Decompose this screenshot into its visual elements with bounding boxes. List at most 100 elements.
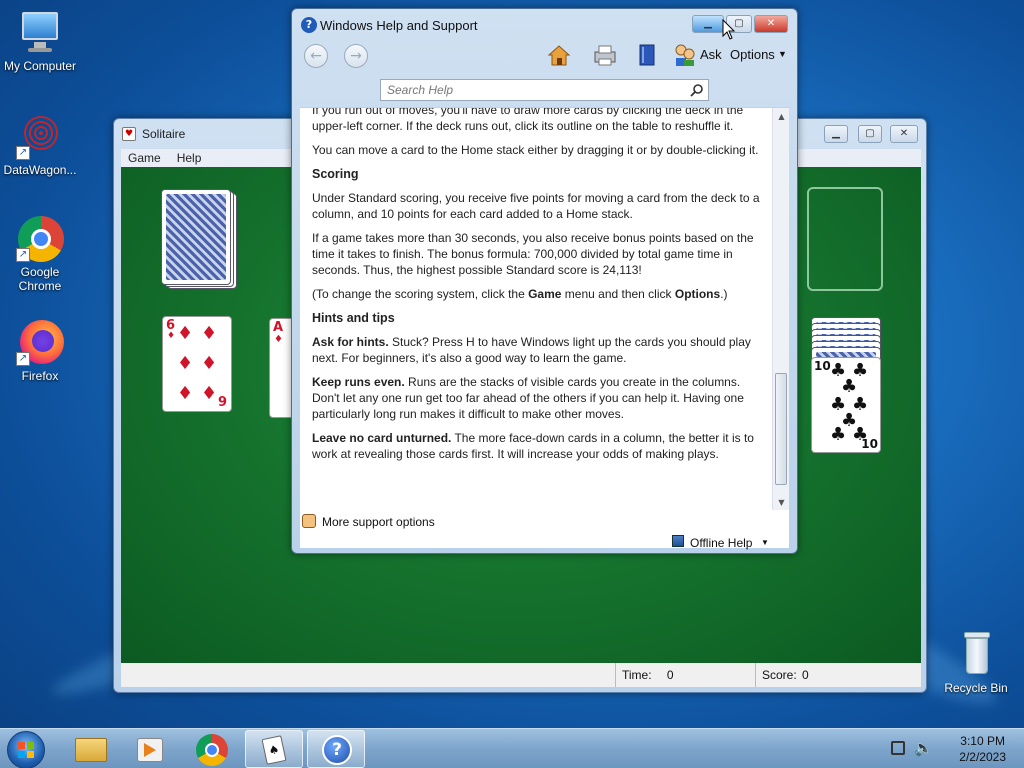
taskbar: ♠ ? 🔈 3:10 PM 2/2/2023 xyxy=(0,728,1024,768)
menu-game[interactable]: Game xyxy=(128,149,161,167)
desktop-icon-firefox[interactable]: ↗ Firefox xyxy=(0,318,80,383)
network-icon[interactable] xyxy=(891,741,905,755)
diamond-suit-icon: ♦ xyxy=(201,323,218,344)
desktop-icon-datawagon[interactable]: ↗ DataWagon... xyxy=(0,112,80,177)
scroll-down-arrow-icon[interactable]: ▼ xyxy=(773,494,789,510)
desktop-icon-label: DataWagon... xyxy=(3,163,77,177)
card-rank-bottom: 10 xyxy=(861,437,878,451)
system-clock[interactable]: 3:10 PM 2/2/2023 xyxy=(959,733,1006,765)
taskbar-media-player[interactable] xyxy=(122,730,180,768)
help-article: If you run out of moves, you'll have to … xyxy=(312,107,764,470)
vertical-scrollbar[interactable]: ▲ ▼ xyxy=(772,108,789,510)
datawagon-icon: ↗ xyxy=(16,112,64,160)
card-ten-of-clubs[interactable]: 10 ♣ ♣ ♣ ♣ ♣ ♣ ♣ ♣ 10 xyxy=(811,357,881,453)
browse-help-icon[interactable] xyxy=(634,42,660,68)
desktop-icon-label: Firefox xyxy=(21,369,59,383)
ask-button[interactable]: Ask xyxy=(700,47,722,62)
diamond-suit-icon: ♦ xyxy=(201,353,218,374)
minimize-button[interactable]: ▁ xyxy=(824,125,848,143)
heading-scoring: Scoring xyxy=(312,167,359,181)
status-bar: Time: 0 Score: 0 xyxy=(121,663,921,687)
home-stack-slot[interactable] xyxy=(807,187,883,291)
card-rank: A xyxy=(273,320,284,335)
scroll-up-arrow-icon[interactable]: ▲ xyxy=(773,108,789,125)
maximize-button[interactable]: ▢ xyxy=(858,125,882,143)
deck-card[interactable] xyxy=(161,189,231,285)
taskbar-help[interactable]: ? xyxy=(307,730,365,768)
more-support-link[interactable]: More support options xyxy=(322,515,435,529)
start-button[interactable] xyxy=(7,731,45,768)
paragraph: You can move a card to the Home stack ei… xyxy=(312,143,759,157)
tip-paragraph: Keep runs even. Runs are the stacks of v… xyxy=(312,374,764,422)
score-readout: Score: 0 xyxy=(755,663,921,687)
desktop-icon-label: Google Chrome xyxy=(18,265,62,293)
taskbar-solitaire[interactable]: ♠ xyxy=(245,730,303,768)
shortcut-arrow-icon: ↗ xyxy=(16,352,30,366)
score-label: Score: xyxy=(762,668,797,682)
ask-icon[interactable] xyxy=(672,42,698,68)
tip-paragraph: Leave no card unturned. The more face-do… xyxy=(312,430,764,462)
diamond-suit-icon: ♦ xyxy=(177,323,194,344)
diamond-suit-icon: ♦ xyxy=(177,383,194,404)
bold-game: Game xyxy=(528,287,562,301)
taskbar-explorer[interactable] xyxy=(62,730,120,768)
minimize-button[interactable]: ▁ xyxy=(692,15,724,33)
help-toolbar: ← → Ask Options ▼ xyxy=(298,41,791,83)
support-footer: More support options Offline Help ▼ xyxy=(300,510,789,550)
windows-logo-icon xyxy=(18,742,34,758)
desktop-icon-google-chrome[interactable]: ↗ Google Chrome xyxy=(0,214,80,293)
tip-title: Ask for hints. xyxy=(312,335,389,349)
clock-date: 2/2/2023 xyxy=(959,750,1006,764)
options-button[interactable]: Options xyxy=(730,47,775,62)
menu-help[interactable]: Help xyxy=(177,149,202,167)
computer-icon xyxy=(16,8,64,56)
forward-button[interactable]: → xyxy=(344,44,368,68)
diamond-suit-icon: ♦ xyxy=(167,331,176,341)
chevron-down-icon[interactable]: ▼ xyxy=(778,49,787,59)
paragraph: (To change the scoring system, click the… xyxy=(312,286,764,302)
desktop-icon-recycle-bin[interactable]: Recycle Bin xyxy=(936,630,1016,695)
search-input[interactable]: Search Help xyxy=(380,79,709,101)
club-suit-icon: ♣ xyxy=(830,424,847,445)
window-title: Windows Help and Support xyxy=(320,18,478,33)
taskbar-chrome[interactable] xyxy=(183,730,241,768)
close-button[interactable]: ✕ xyxy=(754,15,788,33)
text-span: (To change the scoring system, click the xyxy=(312,287,529,301)
diamond-suit-icon: ♦ xyxy=(177,353,194,374)
firefox-icon: ↗ xyxy=(16,318,64,366)
back-button[interactable]: ← xyxy=(304,44,328,68)
text-span: .) xyxy=(720,287,728,301)
time-readout: Time: 0 xyxy=(615,663,755,687)
home-icon[interactable] xyxy=(546,42,572,68)
volume-icon[interactable]: 🔈 xyxy=(914,739,933,757)
solitaire-app-icon: ♥ xyxy=(122,127,136,141)
help-titlebar[interactable]: ? Windows Help and Support ▁ ▢ ✕ xyxy=(292,9,797,41)
chrome-icon: ↗ xyxy=(16,214,64,262)
help-window[interactable]: ? Windows Help and Support ▁ ▢ ✕ ← → Ask… xyxy=(291,8,798,554)
search-icon[interactable] xyxy=(690,83,704,97)
play-icon xyxy=(144,743,156,757)
chevron-down-icon[interactable]: ▼ xyxy=(761,538,769,547)
desktop-icon-my-computer[interactable]: My Computer xyxy=(0,8,80,73)
card-rank-bottom: 9 xyxy=(217,395,227,410)
close-button[interactable]: ✕ xyxy=(890,125,918,143)
card-rank: 10 xyxy=(814,359,831,373)
score-value: 0 xyxy=(802,668,809,682)
shortcut-arrow-icon: ↗ xyxy=(16,248,30,262)
time-label: Time: xyxy=(622,668,652,682)
offline-help-button[interactable]: Offline Help xyxy=(690,536,752,550)
folder-icon xyxy=(75,738,107,762)
desktop-icon-label: Recycle Bin xyxy=(944,681,1008,695)
paragraph: If you run out of moves, you'll have to … xyxy=(312,107,744,133)
help-content[interactable]: If you run out of moves, you'll have to … xyxy=(300,107,789,510)
solitaire-cards-icon: ♠ xyxy=(261,735,287,765)
card-six-of-diamonds[interactable]: 6 ♦ ♦ ♦ ♦ ♦ ♦ ♦ 9 xyxy=(162,316,232,412)
diamond-suit-icon: ♦ xyxy=(201,383,218,404)
desktop-icon-label: My Computer xyxy=(3,59,77,73)
clock-time: 3:10 PM xyxy=(960,734,1005,748)
paragraph: If a game takes more than 30 seconds, yo… xyxy=(312,231,754,277)
paragraph: Under Standard scoring, you receive five… xyxy=(312,191,760,221)
tip-title: Leave no card unturned. xyxy=(312,431,452,445)
scroll-thumb[interactable] xyxy=(775,373,787,485)
print-icon[interactable] xyxy=(592,42,618,68)
